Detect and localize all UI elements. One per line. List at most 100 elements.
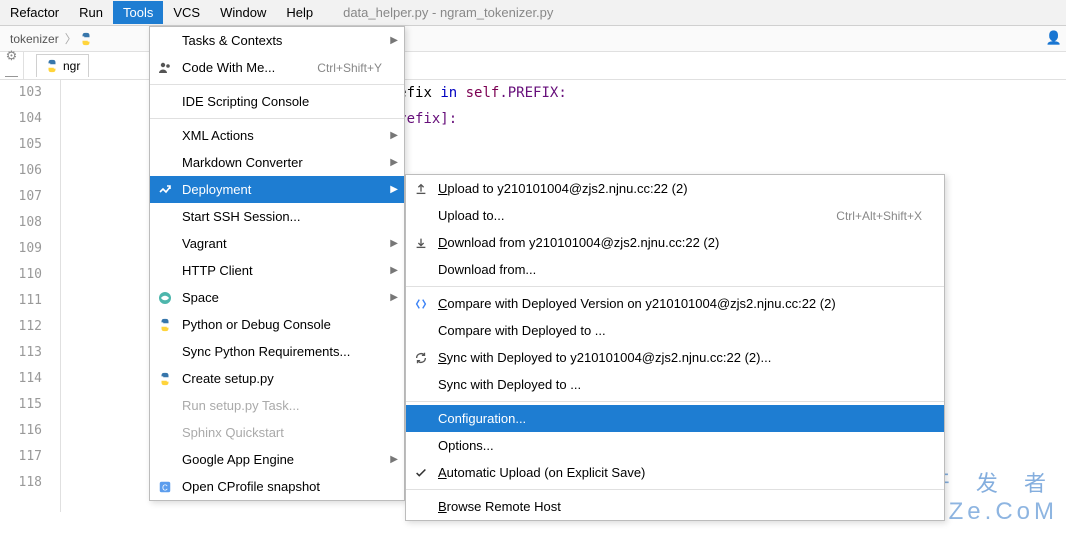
tools-menu-item-ide-scripting-console[interactable]: IDE Scripting Console — [150, 88, 404, 115]
menu-separator — [406, 286, 944, 287]
submenu-arrow-icon: ▶ — [390, 130, 398, 141]
line-number: 112 — [0, 314, 42, 340]
tools-menu-item-start-ssh-session[interactable]: Start SSH Session... — [150, 203, 404, 230]
line-number: 103 — [0, 80, 42, 106]
menu-item-label: Sync with Deployed to y210101004@zjs2.nj… — [438, 350, 922, 365]
menu-vcs[interactable]: VCS — [163, 1, 210, 24]
line-number: 116 — [0, 418, 42, 444]
editor-tab-label: ngr — [63, 59, 80, 73]
menu-item-label: Create setup.py — [182, 371, 382, 386]
menu-item-label: Compare with Deployed to ... — [438, 323, 922, 338]
deploy-menu-item-download-from-y210101004-zjs2-njnu-cc-22[interactable]: Download from y210101004@zjs2.njnu.cc:22… — [406, 229, 944, 256]
menu-item-label: Deployment — [182, 182, 382, 197]
gear-icon[interactable]: ⚙ — [6, 48, 18, 64]
menu-item-label: Download from y210101004@zjs2.njnu.cc:22… — [438, 235, 922, 250]
title-path: data_helper.py - ngram_tokenizer.py — [343, 5, 553, 20]
submenu-arrow-icon: ▶ — [390, 454, 398, 465]
deploy-menu-item-automatic-upload-on-explicit-save[interactable]: Automatic Upload (on Explicit Save) — [406, 459, 944, 486]
menu-item-label: Options... — [438, 438, 922, 453]
menu-item-label: Space — [182, 290, 382, 305]
python-file-icon — [45, 59, 59, 73]
menu-item-label: Compare with Deployed Version on y210101… — [438, 296, 922, 311]
deploy-menu-item-compare-with-deployed-to[interactable]: Compare with Deployed to ... — [406, 317, 944, 344]
menu-item-label: Open CProfile snapshot — [182, 479, 382, 494]
menu-tools[interactable]: Tools — [113, 1, 163, 24]
python-file-icon — [79, 31, 93, 46]
tools-menu-item-code-with-me[interactable]: Code With Me...Ctrl+Shift+Y — [150, 54, 404, 81]
deploy-menu-item-upload-to[interactable]: Upload to...Ctrl+Alt+Shift+X — [406, 202, 944, 229]
tools-menu-item-deployment[interactable]: Deployment ▶ — [150, 176, 404, 203]
menu-item-label: Vagrant — [182, 236, 382, 251]
tools-menu-item-xml-actions[interactable]: XML Actions▶ — [150, 122, 404, 149]
menu-separator — [150, 118, 404, 119]
deploy-menu-item-configuration[interactable]: Configuration... — [406, 405, 944, 432]
line-number: 118 — [0, 470, 42, 496]
line-number: 105 — [0, 132, 42, 158]
deploy-menu-item-sync-with-deployed-to-y210101004-zjs2-nj[interactable]: Sync with Deployed to y210101004@zjs2.nj… — [406, 344, 944, 371]
tools-menu-item-markdown-converter[interactable]: Markdown Converter▶ — [150, 149, 404, 176]
user-icon[interactable]: 👤 — [1046, 30, 1062, 46]
menu-item-label: Run setup.py Task... — [182, 398, 382, 413]
line-number: 106 — [0, 158, 42, 184]
python-icon — [156, 316, 174, 334]
deployment-submenu: Upload to y210101004@zjs2.njnu.cc:22 (2)… — [405, 174, 945, 521]
line-number: 110 — [0, 262, 42, 288]
submenu-arrow-icon: ▶ — [390, 184, 398, 195]
tools-menu-item-run-setup-py-task: Run setup.py Task... — [150, 392, 404, 419]
menu-item-label: Google App Engine — [182, 452, 382, 467]
submenu-arrow-icon: ▶ — [390, 292, 398, 303]
editor-tab-active[interactable]: ngr — [36, 54, 89, 77]
check-icon — [412, 464, 430, 482]
menu-item-label: Automatic Upload (on Explicit Save) — [438, 465, 922, 480]
watermark-text: 开 发 者 — [928, 466, 1056, 498]
menu-run[interactable]: Run — [69, 1, 113, 24]
menu-item-label: Tasks & Contexts — [182, 33, 382, 48]
menu-item-label: Start SSH Session... — [182, 209, 382, 224]
menu-item-label: Upload to y210101004@zjs2.njnu.cc:22 (2) — [438, 181, 922, 196]
line-gutter: 103 104 105 106 107 108 109 110 111 112 … — [0, 80, 60, 512]
download-icon — [412, 234, 430, 252]
tools-menu-item-http-client[interactable]: HTTP Client▶ — [150, 257, 404, 284]
menu-item-label: Download from... — [438, 262, 922, 277]
menu-separator — [150, 84, 404, 85]
line-number: 104 — [0, 106, 42, 132]
menu-separator — [406, 489, 944, 490]
submenu-arrow-icon: ▶ — [390, 35, 398, 46]
deploy-menu-item-browse-remote-host[interactable]: Browse Remote Host — [406, 493, 944, 520]
menu-separator — [406, 401, 944, 402]
compare-icon — [412, 295, 430, 313]
deploy-menu-item-download-from[interactable]: Download from... — [406, 256, 944, 283]
deploy-menu-item-options[interactable]: Options... — [406, 432, 944, 459]
deploy-menu-item-sync-with-deployed-to[interactable]: Sync with Deployed to ... — [406, 371, 944, 398]
menu-item-label: Sync with Deployed to ... — [438, 377, 922, 392]
main-menubar: Refactor Run Tools VCS Window Help data_… — [0, 0, 1066, 26]
deploy-menu-item-compare-with-deployed-version-on-y210101[interactable]: Compare with Deployed Version on y210101… — [406, 290, 944, 317]
breadcrumb-separator: 〉 — [63, 30, 79, 47]
menu-item-label: Code With Me... — [182, 60, 287, 75]
submenu-arrow-icon: ▶ — [390, 238, 398, 249]
tools-menu-item-tasks-contexts[interactable]: Tasks & Contexts ▶ — [150, 27, 404, 54]
deploy-icon — [156, 181, 174, 199]
menu-item-label: Sync Python Requirements... — [182, 344, 382, 359]
menu-item-label: Sphinx Quickstart — [182, 425, 382, 440]
tools-menu-item-space[interactable]: Space ▶ — [150, 284, 404, 311]
users-icon — [156, 59, 174, 77]
tools-menu-item-python-or-debug-console[interactable]: Python or Debug Console — [150, 311, 404, 338]
tools-menu-item-vagrant[interactable]: Vagrant ▶ — [150, 230, 404, 257]
upload-icon — [412, 180, 430, 198]
menu-refactor[interactable]: Refactor — [0, 1, 69, 24]
menu-window[interactable]: Window — [210, 1, 276, 24]
tools-menu-item-sync-python-requirements[interactable]: Sync Python Requirements... — [150, 338, 404, 365]
menu-help[interactable]: Help — [276, 1, 323, 24]
deploy-menu-item-upload-to-y210101004-zjs2-njnu-cc-22-2[interactable]: Upload to y210101004@zjs2.njnu.cc:22 (2) — [406, 175, 944, 202]
line-number: 115 — [0, 392, 42, 418]
submenu-arrow-icon: ▶ — [390, 265, 398, 276]
line-number: 114 — [0, 366, 42, 392]
line-number: 117 — [0, 444, 42, 470]
tools-menu-item-open-cprofile-snapshot[interactable]: COpen CProfile snapshot — [150, 473, 404, 500]
breadcrumb-item[interactable]: tokenizer — [6, 32, 63, 46]
tools-menu-item-google-app-engine[interactable]: Google App Engine ▶ — [150, 446, 404, 473]
menu-item-label: Configuration... — [438, 411, 922, 426]
tools-menu-item-create-setup-py[interactable]: Create setup.py — [150, 365, 404, 392]
line-number: 108 — [0, 210, 42, 236]
